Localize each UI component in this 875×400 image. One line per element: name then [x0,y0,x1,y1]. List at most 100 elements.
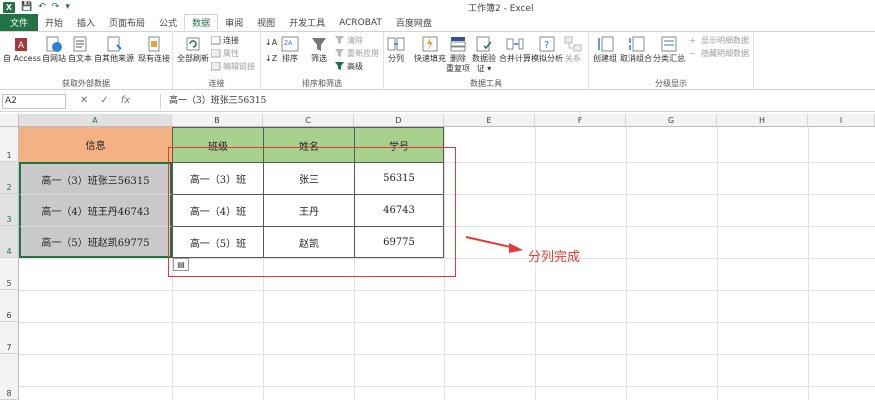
cell-b1[interactable]: 班级 [172,127,263,162]
group-outline: 创建组 取消组合 分类汇总 + 显示明细数据 − 隐藏明细数据 分级显示 [589,32,754,90]
name-box[interactable]: A2 [2,94,66,109]
cell-b3[interactable]: 高一（4）班 [172,194,263,226]
redo-icon[interactable]: ↷ [52,2,60,12]
cell-d4[interactable]: 69775 [354,226,444,258]
cell-c4[interactable]: 赵凯 [263,226,354,258]
tab-home[interactable]: 开始 [38,14,70,31]
show-detail-button[interactable]: + 显示明细数据 [689,35,749,46]
sort-ascending-button[interactable]: ↓A [265,38,277,47]
column-header-a[interactable]: A [19,114,172,127]
customize-icon[interactable]: ▾ [65,2,70,12]
column-header-b[interactable]: B [172,114,263,127]
cell-a2[interactable]: 高一（3）班张三56315 [19,162,172,194]
advanced-filter-button[interactable]: 高级 [335,61,363,72]
filter-button[interactable]: 筛选 [310,35,328,64]
cell-a3[interactable]: 高一（4）班王丹46743 [19,194,172,226]
enter-icon[interactable]: ✓ [100,95,108,106]
insert-function-icon[interactable]: fx [121,95,130,106]
tab-formulas[interactable]: 公式 [152,14,184,31]
tab-review[interactable]: 审阅 [218,14,250,31]
cell-b2[interactable]: 高一（3）班 [172,162,263,194]
ungroup-button[interactable]: 取消组合 [620,35,652,64]
from-other-sources-button[interactable]: 自其他来源 [94,35,134,64]
row-header-3[interactable]: 3 [0,194,19,226]
what-if-icon: ? [539,36,555,52]
flash-fill-button[interactable]: 快速填充 [414,35,446,64]
data-validation-icon [476,36,492,52]
cell-d1[interactable]: 学号 [354,127,444,162]
cell-c3[interactable]: 王丹 [263,194,354,226]
hide-detail-button[interactable]: − 隐藏明细数据 [689,48,749,59]
cell-d2[interactable]: 56315 [354,162,444,194]
advanced-filter-icon [335,62,344,70]
text-file-icon [73,36,87,52]
group-button[interactable]: 创建组 [593,35,617,64]
from-access-button[interactable]: A 自 Access [3,35,41,64]
formula-bar: A2 ✕ ✓ fx 高一（3）班张三56315 [0,92,875,112]
paste-options-icon[interactable]: ▤ [173,258,189,271]
column-header-c[interactable]: C [263,114,354,127]
row-header-1[interactable]: 1 [0,127,19,162]
tab-acrobat[interactable]: ACROBAT [332,14,389,31]
row-header-2[interactable]: 2 [0,162,19,194]
svg-text:?: ? [544,40,549,51]
cancel-icon[interactable]: ✕ [80,95,88,106]
cell-c1[interactable]: 姓名 [263,127,354,162]
column-header-i[interactable]: I [808,114,875,127]
subtotal-button[interactable]: 分类汇总 [653,35,685,64]
existing-connections-icon [148,36,160,52]
group-connections: 全部刷新 连接 属性 编辑链接 连接 [173,32,261,90]
existing-connections-button[interactable]: 现有连接 [138,35,170,64]
title-bar: X 💾 ↶ ↷ ▾ 工作簿2 - Excel [0,0,875,14]
sort-descending-button[interactable]: ↓Z [265,54,277,63]
group-label-outline: 分级显示 [655,79,687,88]
data-validation-button[interactable]: 数据验 证 ▾ [472,35,496,74]
row-header-5[interactable]: 5 [0,258,19,290]
tab-page-layout[interactable]: 页面布局 [102,14,152,31]
sort-button[interactable]: ZA 排序 [281,35,299,64]
column-header-e[interactable]: E [444,114,535,127]
save-icon[interactable]: 💾 [21,2,32,12]
column-header-h[interactable]: H [717,114,808,127]
cell-d3[interactable]: 46743 [354,194,444,226]
hide-detail-icon: − [689,49,696,58]
row-header-6[interactable]: 6 [0,290,19,322]
column-header-d[interactable]: D [354,114,444,127]
formula-input[interactable]: 高一（3）班张三56315 [160,94,873,109]
row-header-4[interactable]: 4 [0,226,19,258]
arrow-icon [465,236,523,253]
tab-file[interactable]: 文件 [0,14,39,31]
tab-view[interactable]: 视图 [250,14,282,31]
group-label-sort-filter: 排序和筛选 [302,79,342,88]
undo-icon[interactable]: ↶ [38,2,46,12]
access-icon: A [14,38,27,51]
edit-links-button[interactable]: 编辑链接 [211,61,255,72]
tab-data[interactable]: 数据 [184,14,219,31]
row-header-8[interactable]: 8 [0,354,19,400]
what-if-analysis-button[interactable]: ? 模拟分析 [531,35,563,64]
row-header-7[interactable]: 7 [0,322,19,354]
reapply-button[interactable]: 重新应用 [335,48,379,59]
properties-button[interactable]: 属性 [211,48,239,59]
column-header-f[interactable]: F [535,114,626,127]
column-header-g[interactable]: G [626,114,717,127]
refresh-all-button[interactable]: 全部刷新 [177,35,209,64]
from-web-button[interactable]: 自网站 [42,35,66,64]
from-text-button[interactable]: 自文本 [68,35,92,64]
connections-button[interactable]: 连接 [211,35,239,46]
cell-a4[interactable]: 高一（5）班赵凯69775 [19,226,172,258]
group-icon [598,36,614,52]
tab-insert[interactable]: 插入 [70,14,102,31]
cell-a1[interactable]: 信息 [19,127,172,162]
text-to-columns-button[interactable]: 分列 [387,35,405,64]
relationships-button[interactable]: 关系 [564,35,582,64]
clear-button[interactable]: 清除 [335,35,363,46]
ungroup-icon [629,36,645,52]
consolidate-button[interactable]: 合并计算 [499,35,531,64]
remove-duplicates-button[interactable]: 删除 重复项 [446,35,470,74]
cell-b4[interactable]: 高一（5）班 [172,226,263,258]
tab-baidu-netdisk[interactable]: 百度网盘 [389,14,439,31]
cell-c2[interactable]: 张三 [263,162,354,194]
select-all-corner[interactable] [0,114,19,127]
tab-developer[interactable]: 开发工具 [282,14,332,31]
